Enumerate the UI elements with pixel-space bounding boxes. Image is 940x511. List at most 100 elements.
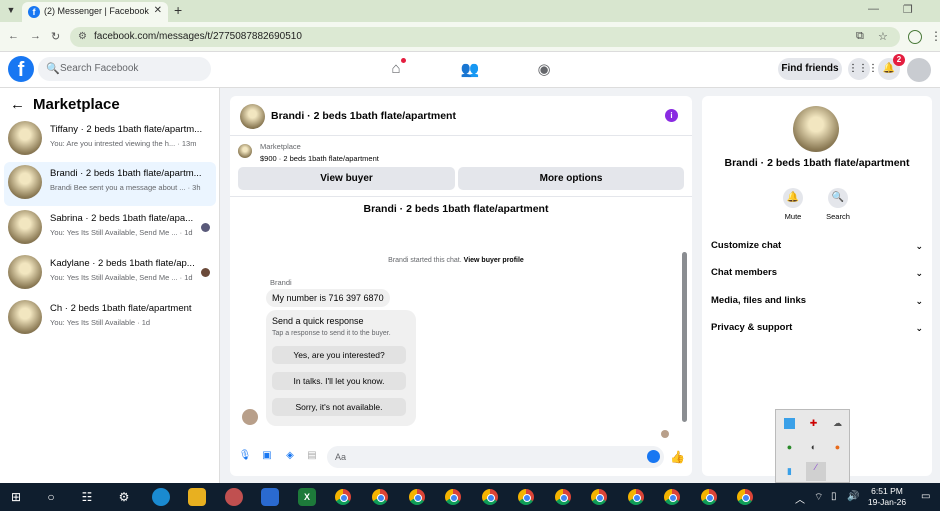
gif-icon[interactable]: ▤ [305, 450, 319, 464]
thread-title: Brandi · 2 beds 1bath flate/apartment [363, 203, 549, 215]
message-bubble[interactable]: My number is 716 397 6870 [266, 289, 390, 307]
conversation-item-selected[interactable]: Brandi · 2 beds 1bath flate/apartm... Br… [4, 162, 216, 206]
chrome-icon[interactable] [628, 489, 644, 505]
notification-badge: 2 [893, 54, 905, 66]
chrome-icon[interactable] [518, 489, 534, 505]
mute-action[interactable]: 🔔 Mute [773, 188, 813, 221]
home-icon[interactable]: ⌂ [386, 58, 406, 80]
chat-avatar[interactable] [240, 104, 265, 129]
privacy-support-section[interactable]: Privacy & support ⌄ [711, 317, 923, 339]
file-explorer-icon[interactable] [188, 488, 206, 506]
quick-response-option[interactable]: Yes, are you interested? [272, 346, 406, 364]
tab-search-chevron-icon[interactable]: ▼ [4, 3, 18, 17]
quick-response-option[interactable]: Sorry, it's not available. [272, 398, 406, 416]
task-view-icon[interactable]: ☷ [78, 488, 96, 506]
friends-icon[interactable]: 👥 [460, 60, 480, 80]
view-buyer-profile-link[interactable]: View buyer profile [464, 257, 524, 264]
windows-start-icon[interactable]: ⊞ [7, 488, 25, 506]
url-text[interactable]: facebook.com/messages/t/2775087882690510 [94, 31, 302, 42]
tray-app-icon[interactable]: ● [832, 442, 843, 453]
microphone-icon[interactable]: 🎙 [238, 450, 252, 464]
chrome-icon[interactable] [409, 489, 425, 505]
chrome-icon[interactable] [445, 489, 461, 505]
browser-tab[interactable]: f (2) Messenger | Facebook ✕ [22, 2, 168, 22]
chat-members-section[interactable]: Chat members ⌄ [711, 262, 923, 284]
browser-profile-icon[interactable] [908, 30, 922, 44]
conversation-item[interactable]: Sabrina · 2 beds 1bath flate/apa... You:… [4, 207, 216, 251]
outlook-icon[interactable] [261, 488, 279, 506]
chat-panel: Brandi · 2 beds 1bath flate/apartment i … [230, 96, 692, 476]
omnibox[interactable]: ⚙ facebook.com/messages/t/27750878826905… [70, 27, 900, 47]
reload-icon[interactable]: ↻ [51, 30, 60, 43]
search-input[interactable]: 🔍 Search Facebook [38, 57, 211, 81]
media-files-links-section[interactable]: Media, files and links ⌄ [711, 290, 923, 312]
battery-icon[interactable]: ▯ [831, 491, 837, 502]
cast-icon[interactable]: ⧉ [856, 30, 864, 43]
account-avatar[interactable] [907, 58, 931, 82]
clock[interactable]: 6:51 PM 19-Jan-26 [862, 486, 912, 508]
tab-close-icon[interactable]: ✕ [154, 5, 162, 16]
customize-chat-section[interactable]: Customize chat ⌄ [711, 235, 923, 257]
edge-icon[interactable] [152, 488, 170, 506]
bookmark-star-icon[interactable]: ☆ [878, 30, 888, 43]
chrome-icon[interactable] [482, 489, 498, 505]
chrome-icon[interactable] [701, 489, 717, 505]
tray-app-icon[interactable]: ✚ [808, 418, 819, 429]
search-icon: 🔍 [46, 63, 60, 75]
settings-gear-icon[interactable]: ⚙ [115, 488, 133, 506]
tray-app-icon[interactable]: ● [784, 442, 795, 453]
back-icon[interactable]: ← [8, 30, 19, 42]
facebook-header: f 🔍 Search Facebook ⌂ 👥 ◉ Find friends ⋮… [0, 52, 940, 88]
notifications-icon[interactable]: ▭ [921, 491, 930, 502]
chrome-icon[interactable] [335, 489, 351, 505]
conversation-item[interactable]: Ch · 2 beds 1bath flate/apartment You: Y… [4, 297, 216, 341]
find-friends-button[interactable]: Find friends [778, 58, 842, 80]
minimize-icon[interactable]: — [868, 3, 879, 15]
tray-app-icon[interactable] [784, 418, 795, 429]
listing-thumbnail [238, 144, 252, 158]
chrome-icon[interactable] [664, 489, 680, 505]
listing-thumbnail [8, 300, 42, 334]
read-receipt-avatar [201, 223, 210, 232]
site-info-icon[interactable]: ⚙ [78, 31, 87, 42]
scrollbar-thumb[interactable] [682, 252, 687, 422]
browser-menu-icon[interactable]: ⋮ [930, 29, 940, 43]
conversation-item[interactable]: Tiffany · 2 beds 1bath flate/apartm... Y… [4, 118, 216, 162]
chrome-icon[interactable] [555, 489, 571, 505]
search-icon[interactable]: ○ [42, 488, 60, 506]
message-input[interactable]: Aa [327, 446, 664, 468]
chat-title[interactable]: Brandi · 2 beds 1bath flate/apartment [271, 110, 456, 122]
tray-app-icon[interactable]: ∕ [806, 462, 826, 481]
app-icon[interactable] [225, 488, 243, 506]
maximize-icon[interactable]: ❐ [903, 3, 913, 16]
more-options-button[interactable]: More options [458, 167, 684, 190]
conversation-name: Tiffany · 2 beds 1bath flate/apartm... [50, 124, 203, 135]
like-icon[interactable]: 👍 [670, 450, 685, 464]
tray-cloud-icon[interactable]: ☁ [832, 418, 843, 429]
new-tab-icon[interactable]: + [174, 2, 182, 18]
sticker-icon[interactable]: ◈ [283, 450, 297, 464]
forward-icon[interactable]: → [30, 30, 41, 42]
emoji-icon[interactable] [647, 450, 660, 463]
listing-thumbnail [8, 165, 42, 199]
show-hidden-icons-icon[interactable]: ︿ [795, 491, 805, 506]
listing-row[interactable]: Marketplace $900 · 2 beds 1bath flate/ap… [238, 142, 678, 164]
back-arrow-icon[interactable]: ← [10, 96, 25, 113]
search-action[interactable]: 🔍 Search [818, 188, 858, 221]
facebook-logo-icon[interactable]: f [8, 56, 34, 82]
groups-icon[interactable]: ◉ [534, 60, 554, 80]
chrome-icon[interactable] [737, 489, 753, 505]
menu-grid-icon[interactable]: ⋮⋮⋮ [848, 58, 878, 80]
view-buyer-button[interactable]: View buyer [238, 167, 455, 190]
chrome-icon[interactable] [372, 489, 388, 505]
excel-icon[interactable]: X [298, 488, 316, 506]
wifi-icon[interactable]: ⌔ [814, 491, 823, 504]
tray-app-icon[interactable]: ◐ [808, 442, 819, 453]
quick-response-option[interactable]: In talks. I'll let you know. [272, 372, 406, 390]
info-icon[interactable]: i [665, 109, 678, 122]
volume-icon[interactable]: 🔊 [847, 491, 859, 502]
tray-app-icon[interactable]: ▮ [784, 466, 795, 477]
photo-icon[interactable]: ▣ [260, 450, 274, 464]
conversation-item[interactable]: Kadylane · 2 beds 1bath flate/ap... You:… [4, 252, 216, 296]
chrome-icon[interactable] [591, 489, 607, 505]
